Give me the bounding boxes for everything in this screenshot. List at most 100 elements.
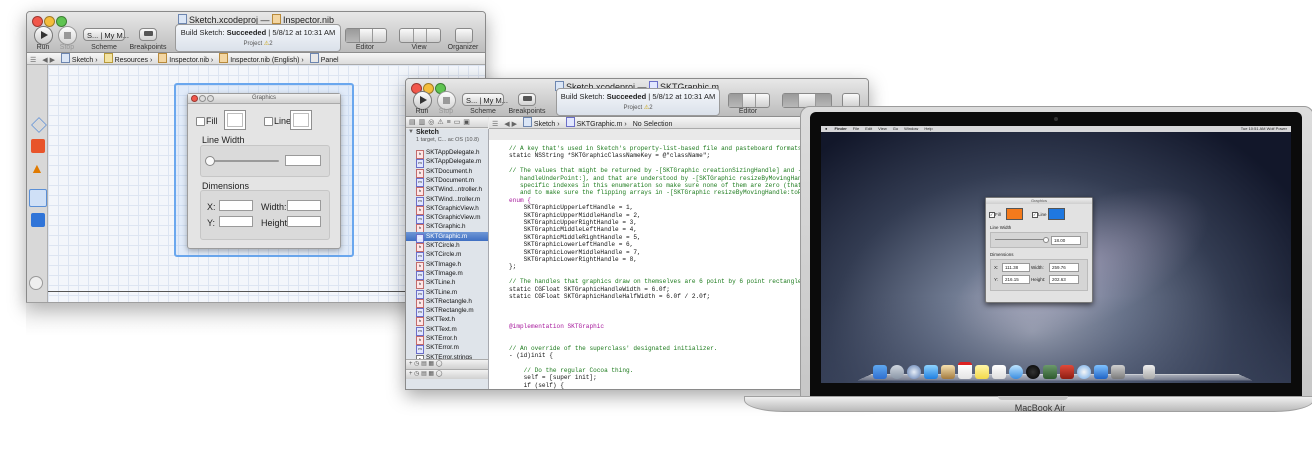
forward-icon[interactable]: ▶ (512, 121, 517, 128)
calendar-icon[interactable] (958, 362, 972, 379)
fill-checkbox[interactable] (196, 117, 205, 126)
reminders-icon[interactable] (992, 365, 1006, 379)
mini-y-field[interactable]: 216.15 (1002, 275, 1030, 284)
apple-menu-icon[interactable]: ● (825, 126, 827, 131)
height-field[interactable] (287, 216, 321, 227)
breakpoints-button[interactable] (139, 28, 157, 41)
run-button[interactable] (34, 26, 53, 45)
panel-minimize-button[interactable] (199, 95, 206, 102)
file-item[interactable]: h SKTRectangle.h (416, 297, 472, 308)
scheme-popup[interactable]: S... | My M... (83, 28, 129, 41)
menu-user[interactable]: Wolf Power (1267, 126, 1287, 131)
file-item[interactable]: m SKTGraphicView.m (416, 213, 480, 225)
file-item[interactable]: m SKTText.m (416, 325, 457, 336)
object-cube-icon[interactable] (31, 213, 45, 227)
finder-icon[interactable] (873, 365, 887, 379)
file-item[interactable]: h SKTText.h (416, 315, 455, 327)
mini-slider-knob[interactable] (1043, 237, 1049, 243)
navigator-filter-bar-2[interactable]: + ◷ ▤ ▦ ◯ (406, 369, 488, 379)
menu-item[interactable]: File (853, 126, 859, 131)
stop-button[interactable] (58, 26, 77, 45)
file-item[interactable]: h SKTGraphicView.h (416, 204, 479, 215)
file-item[interactable]: m SKTRectangle.m (416, 306, 474, 318)
scheme-popup[interactable]: S... | My M... (462, 93, 508, 106)
disclosure-triangle-icon[interactable]: ▼ (408, 129, 414, 135)
y-field[interactable] (219, 216, 253, 227)
menu-item[interactable]: Go (893, 126, 898, 131)
file-item[interactable]: m SKTError.m (416, 343, 459, 355)
mini-line-width-field[interactable]: 18.00 (1051, 236, 1081, 245)
notes-icon[interactable] (975, 365, 989, 379)
panel-object-icon[interactable] (29, 189, 47, 207)
file-item[interactable]: h SKTAppDelegate.h (416, 148, 479, 159)
menu-item[interactable]: Help (924, 126, 932, 131)
breakpoints-button[interactable] (518, 93, 536, 106)
file-item[interactable]: h SKTImage.h (416, 260, 461, 271)
application-icon[interactable]: ▲ (30, 161, 44, 175)
menu-item[interactable]: Window (904, 126, 918, 131)
line-checkbox[interactable] (264, 117, 273, 126)
mini-slider-track[interactable] (995, 239, 1047, 240)
mini-width-field[interactable]: 259.76 (1049, 263, 1079, 272)
messages-icon[interactable] (1009, 365, 1023, 379)
menu-item[interactable]: View (878, 126, 887, 131)
fill-color-well[interactable] (224, 110, 246, 130)
mail-icon[interactable] (924, 365, 938, 379)
line-width-field[interactable] (285, 155, 321, 166)
width-field[interactable] (287, 200, 321, 211)
line-width-slider-track[interactable] (207, 160, 279, 162)
panel-zoom-button[interactable] (207, 95, 214, 102)
file-item[interactable]: h SKTWind...ntroller.h (416, 185, 482, 197)
mini-fill-color-well[interactable] (1006, 208, 1023, 220)
forward-icon[interactable]: ▶ (50, 57, 55, 64)
launchpad-icon[interactable] (890, 365, 904, 379)
menu-item[interactable]: Edit (865, 126, 872, 131)
back-icon[interactable]: ◀ (504, 121, 509, 128)
panel-close-button[interactable] (191, 95, 198, 102)
file-item[interactable]: h SKTError.h (416, 334, 457, 345)
itunes-icon[interactable] (1077, 365, 1091, 379)
navigator-selector-bar[interactable]: ▤▥◎⚠≡▭▣ (406, 117, 488, 128)
breadcrumb-item[interactable]: Sketch (522, 117, 555, 130)
file-item[interactable]: h SKTGraphic.h (416, 222, 466, 234)
safari-icon[interactable] (907, 365, 921, 379)
file-item[interactable]: m SKTGraphic.m (406, 231, 488, 243)
x-field[interactable] (219, 200, 253, 211)
file-item[interactable]: m SKTWind...troller.m (416, 195, 480, 206)
back-icon[interactable]: ◀ (42, 57, 47, 64)
system-preferences-icon[interactable] (1111, 365, 1125, 379)
related-items-icon[interactable]: ☰ (30, 57, 36, 64)
placeholder-cube-icon[interactable] (31, 117, 47, 133)
view-segmented-control[interactable] (399, 28, 441, 43)
facetime-icon[interactable] (1026, 365, 1040, 379)
breadcrumb-item[interactable]: SKTGraphic.m (565, 117, 622, 130)
file-item[interactable]: h SKTCircle.h (416, 241, 460, 252)
graphics-panel-mini[interactable]: Graphics ✓ Fill ✓ Line Line Width 18.00 … (985, 197, 1093, 303)
file-item[interactable]: h SKTDocument.h (416, 167, 472, 178)
outline-toggle-icon[interactable] (29, 276, 43, 290)
first-responder-cube-icon[interactable] (31, 139, 45, 153)
photos-icon[interactable] (1060, 365, 1074, 379)
editor-segmented-control[interactable] (345, 28, 387, 43)
photo-booth-icon[interactable] (1043, 365, 1057, 379)
file-item[interactable]: m SKTCircle.m (416, 250, 461, 262)
navigator-filter-bar[interactable]: + ◷ ▤ ▦ ◯ (406, 359, 488, 369)
file-item[interactable]: m SKTAppDelegate.m (416, 157, 481, 169)
file-item[interactable]: m SKTDocument.m (416, 176, 474, 187)
mini-height-field[interactable]: 202.63 (1049, 275, 1079, 284)
menu-clock[interactable]: Tue 10:51 AM (1241, 126, 1266, 131)
mini-line-color-well[interactable] (1048, 208, 1065, 220)
menu-item[interactable]: Finder (835, 126, 847, 131)
line-width-slider-knob[interactable] (205, 156, 215, 166)
graphics-panel[interactable]: Graphics Fill Line Line Width Dimensions… (187, 93, 341, 249)
trash-icon[interactable] (1143, 365, 1155, 379)
organizer-button[interactable] (455, 28, 473, 43)
breadcrumb-item[interactable]: No Selection (633, 119, 673, 130)
file-item[interactable]: m SKTLine.m (416, 288, 457, 299)
project-name[interactable]: Sketch (416, 129, 439, 136)
related-items-icon[interactable]: ☰ (492, 121, 498, 128)
line-color-well[interactable] (290, 110, 312, 130)
file-item[interactable]: m SKTImage.m (416, 269, 463, 280)
mini-x-field[interactable]: 111.38 (1002, 263, 1030, 272)
app-store-icon[interactable] (1094, 365, 1108, 379)
